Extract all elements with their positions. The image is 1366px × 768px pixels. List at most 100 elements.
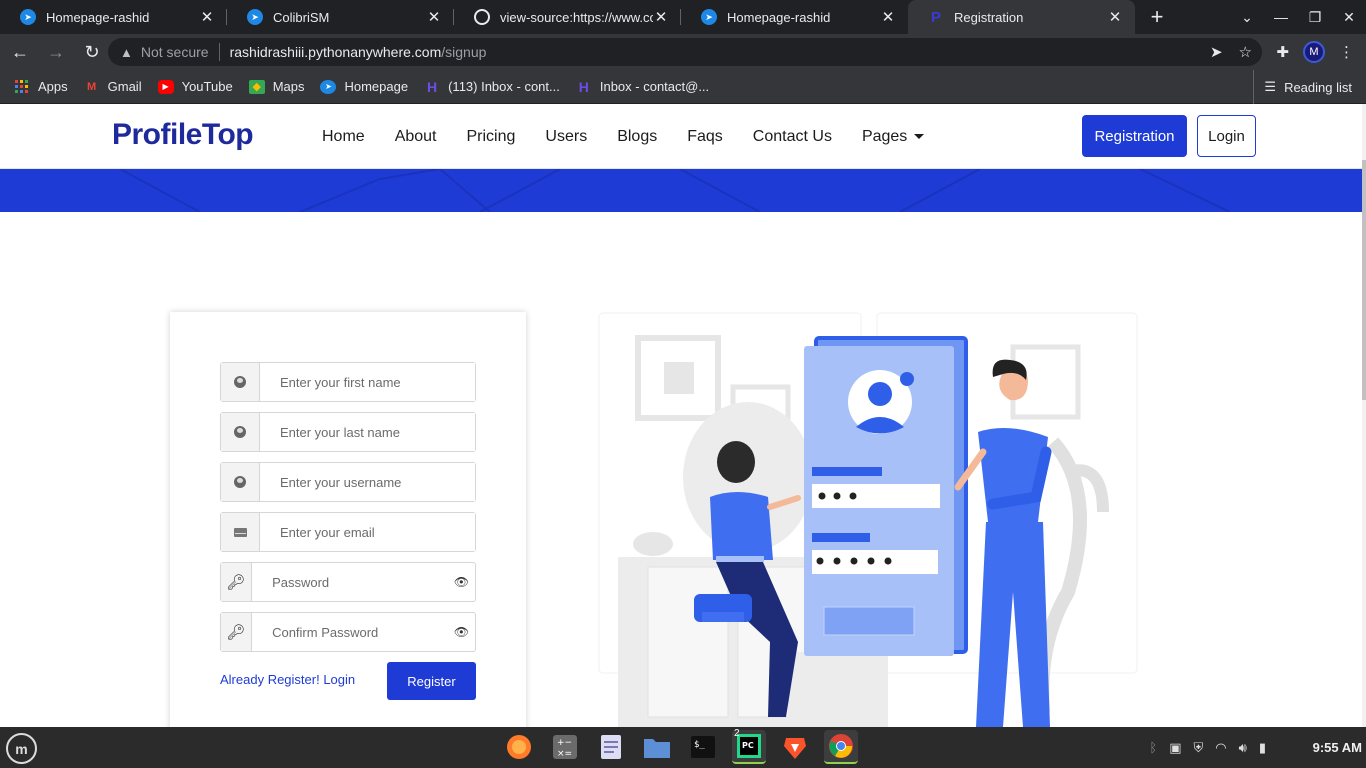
calculator-icon[interactable]: +− ×= (548, 730, 582, 764)
forward-button[interactable]: → (40, 36, 72, 68)
browser-tab[interactable]: ➤ ColibriSM ✕ (227, 0, 454, 34)
browser-tab[interactable]: ➤ Homepage-rashid ✕ (0, 0, 227, 34)
url-host: rashidrashiii.pythonanywhere.com (229, 44, 442, 60)
linux-mint-menu-icon[interactable]: m (6, 733, 37, 764)
close-icon[interactable]: ✕ (880, 9, 896, 26)
gmail-icon: M (87, 80, 97, 93)
bookmarks-bar: Apps M Gmail ▶ YouTube ◆ Maps ➤ Homepage… (0, 70, 1366, 104)
new-tab-button[interactable]: + (1139, 0, 1175, 34)
registration-button[interactable]: Registration (1082, 115, 1187, 157)
bookmark-youtube[interactable]: ▶ YouTube (157, 79, 233, 94)
username-input[interactable] (260, 463, 475, 501)
nav-home[interactable]: Home (322, 128, 365, 146)
wifi-icon[interactable]: ◠ (1215, 740, 1226, 756)
address-bar[interactable]: ▲ Not secure rashidrashiii.pythonanywher… (108, 38, 1262, 66)
clipboard-icon[interactable]: ▣ (1169, 740, 1181, 756)
email-input[interactable] (260, 513, 475, 551)
first-name-field (220, 362, 476, 402)
bookmark-label: Maps (272, 79, 305, 94)
text-editor-icon[interactable] (594, 730, 628, 764)
extension-area: ✚ M ⋮ (1276, 38, 1354, 66)
bookmark-maps[interactable]: ◆ Maps (248, 79, 305, 94)
user-icon (221, 413, 260, 451)
battery-icon[interactable]: ▮ (1259, 740, 1266, 756)
firefox-icon[interactable] (502, 730, 536, 764)
bluetooth-icon[interactable]: ᛒ (1149, 740, 1157, 755)
bookmark-label: Gmail (107, 79, 142, 94)
register-button[interactable]: Register (387, 662, 476, 700)
chrome-icon[interactable] (824, 730, 858, 764)
nav-faqs[interactable]: Faqs (687, 128, 723, 146)
bookmark-label: Apps (38, 79, 68, 94)
registration-card: 🔑︎ 👁︎ 🔑︎ 👁︎ Already Register! Login Regi… (170, 312, 526, 752)
globe-icon (474, 9, 490, 25)
minimize-button[interactable]: — (1264, 9, 1298, 25)
colibri-icon: ➤ (20, 9, 36, 25)
apps-grid-icon (14, 80, 30, 94)
nav-blogs[interactable]: Blogs (617, 128, 657, 146)
bookmark-inbox-2[interactable]: H Inbox - contact@... (576, 78, 710, 95)
close-icon[interactable]: ✕ (426, 9, 442, 26)
url-path: /signup (441, 44, 487, 60)
nav-contact-us[interactable]: Contact Us (753, 128, 832, 146)
extensions-puzzle-icon[interactable]: ✚ (1276, 43, 1289, 61)
key-icon: 🔑︎ (221, 613, 253, 651)
back-button[interactable]: ← (4, 36, 36, 68)
security-label: Not secure (140, 44, 209, 60)
files-icon[interactable] (640, 730, 674, 764)
bookmark-inbox-1[interactable]: H (113) Inbox - cont... (424, 79, 560, 95)
omnibox-actions: ➤ ☆ (1210, 38, 1252, 66)
reading-list-button[interactable]: ☰ Reading list (1253, 70, 1352, 104)
profile-avatar[interactable]: M (1303, 41, 1325, 63)
tab-title: ColibriSM (273, 9, 330, 25)
menu-kebab-icon[interactable]: ⋮ (1339, 43, 1354, 61)
tab-search-icon[interactable]: ⌄ (1230, 9, 1264, 26)
close-icon[interactable]: ✕ (199, 9, 215, 26)
maps-icon: ◆ (248, 79, 265, 94)
nav-pricing[interactable]: Pricing (467, 128, 516, 146)
nav-about[interactable]: About (395, 128, 437, 146)
bookmark-homepage[interactable]: ➤ Homepage (320, 79, 408, 94)
shield-icon[interactable]: ⛨ (1194, 740, 1204, 756)
bookmark-star-icon[interactable]: ☆ (1239, 43, 1252, 61)
close-icon[interactable]: ✕ (653, 9, 669, 26)
confirm-password-input[interactable] (252, 613, 449, 651)
reload-button[interactable]: ↻ (76, 36, 108, 68)
site-header: ProfileTop Home About Pricing Users Blog… (0, 104, 1366, 169)
nav-users[interactable]: Users (545, 128, 587, 146)
last-name-field (220, 412, 476, 452)
profiletop-icon: P (930, 8, 941, 26)
first-name-input[interactable] (260, 363, 475, 401)
warning-icon[interactable]: ▲ (120, 45, 133, 60)
browser-tab[interactable]: view-source:https://www.co ✕ (454, 0, 681, 34)
scrollbar-thumb[interactable] (1362, 160, 1366, 400)
hostinger-icon: H (578, 78, 589, 95)
bookmark-apps[interactable]: Apps (14, 79, 68, 94)
brave-icon[interactable] (778, 730, 812, 764)
bookmark-gmail[interactable]: M Gmail (84, 79, 142, 94)
site-logo[interactable]: ProfileTop (112, 118, 254, 152)
bookmark-label: Inbox - contact@... (599, 79, 710, 94)
hero-pattern (119, 169, 1231, 212)
already-registered-login-link[interactable]: Already Register! Login (220, 672, 355, 687)
login-button[interactable]: Login (1197, 115, 1256, 157)
nav-pages-dropdown[interactable]: Pages (862, 128, 925, 146)
send-icon[interactable]: ➤ (1210, 43, 1223, 61)
terminal-icon[interactable]: $_ (686, 730, 720, 764)
close-icon[interactable]: ✕ (1107, 9, 1123, 26)
colibri-icon: ➤ (247, 9, 263, 25)
show-password-icon[interactable]: 👁︎ (448, 613, 475, 651)
last-name-input[interactable] (260, 413, 475, 451)
browser-tab-active[interactable]: P Registration ✕ (908, 0, 1135, 34)
colibri-icon: ➤ (701, 9, 717, 25)
volume-icon[interactable]: 🔊︎ (1239, 740, 1247, 756)
close-window-button[interactable]: ✕ (1332, 9, 1366, 26)
password-input[interactable] (252, 563, 449, 601)
caret-down-icon (914, 133, 925, 139)
show-password-icon[interactable]: 👁︎ (448, 563, 475, 601)
system-clock[interactable]: 9:55 AM (1313, 727, 1362, 768)
maximize-button[interactable]: ❐ (1298, 9, 1332, 26)
pycharm-icon[interactable]: 2 PC (732, 728, 766, 764)
pycharm-badge: 2 (734, 728, 740, 739)
browser-tab[interactable]: ➤ Homepage-rashid ✕ (681, 0, 908, 34)
